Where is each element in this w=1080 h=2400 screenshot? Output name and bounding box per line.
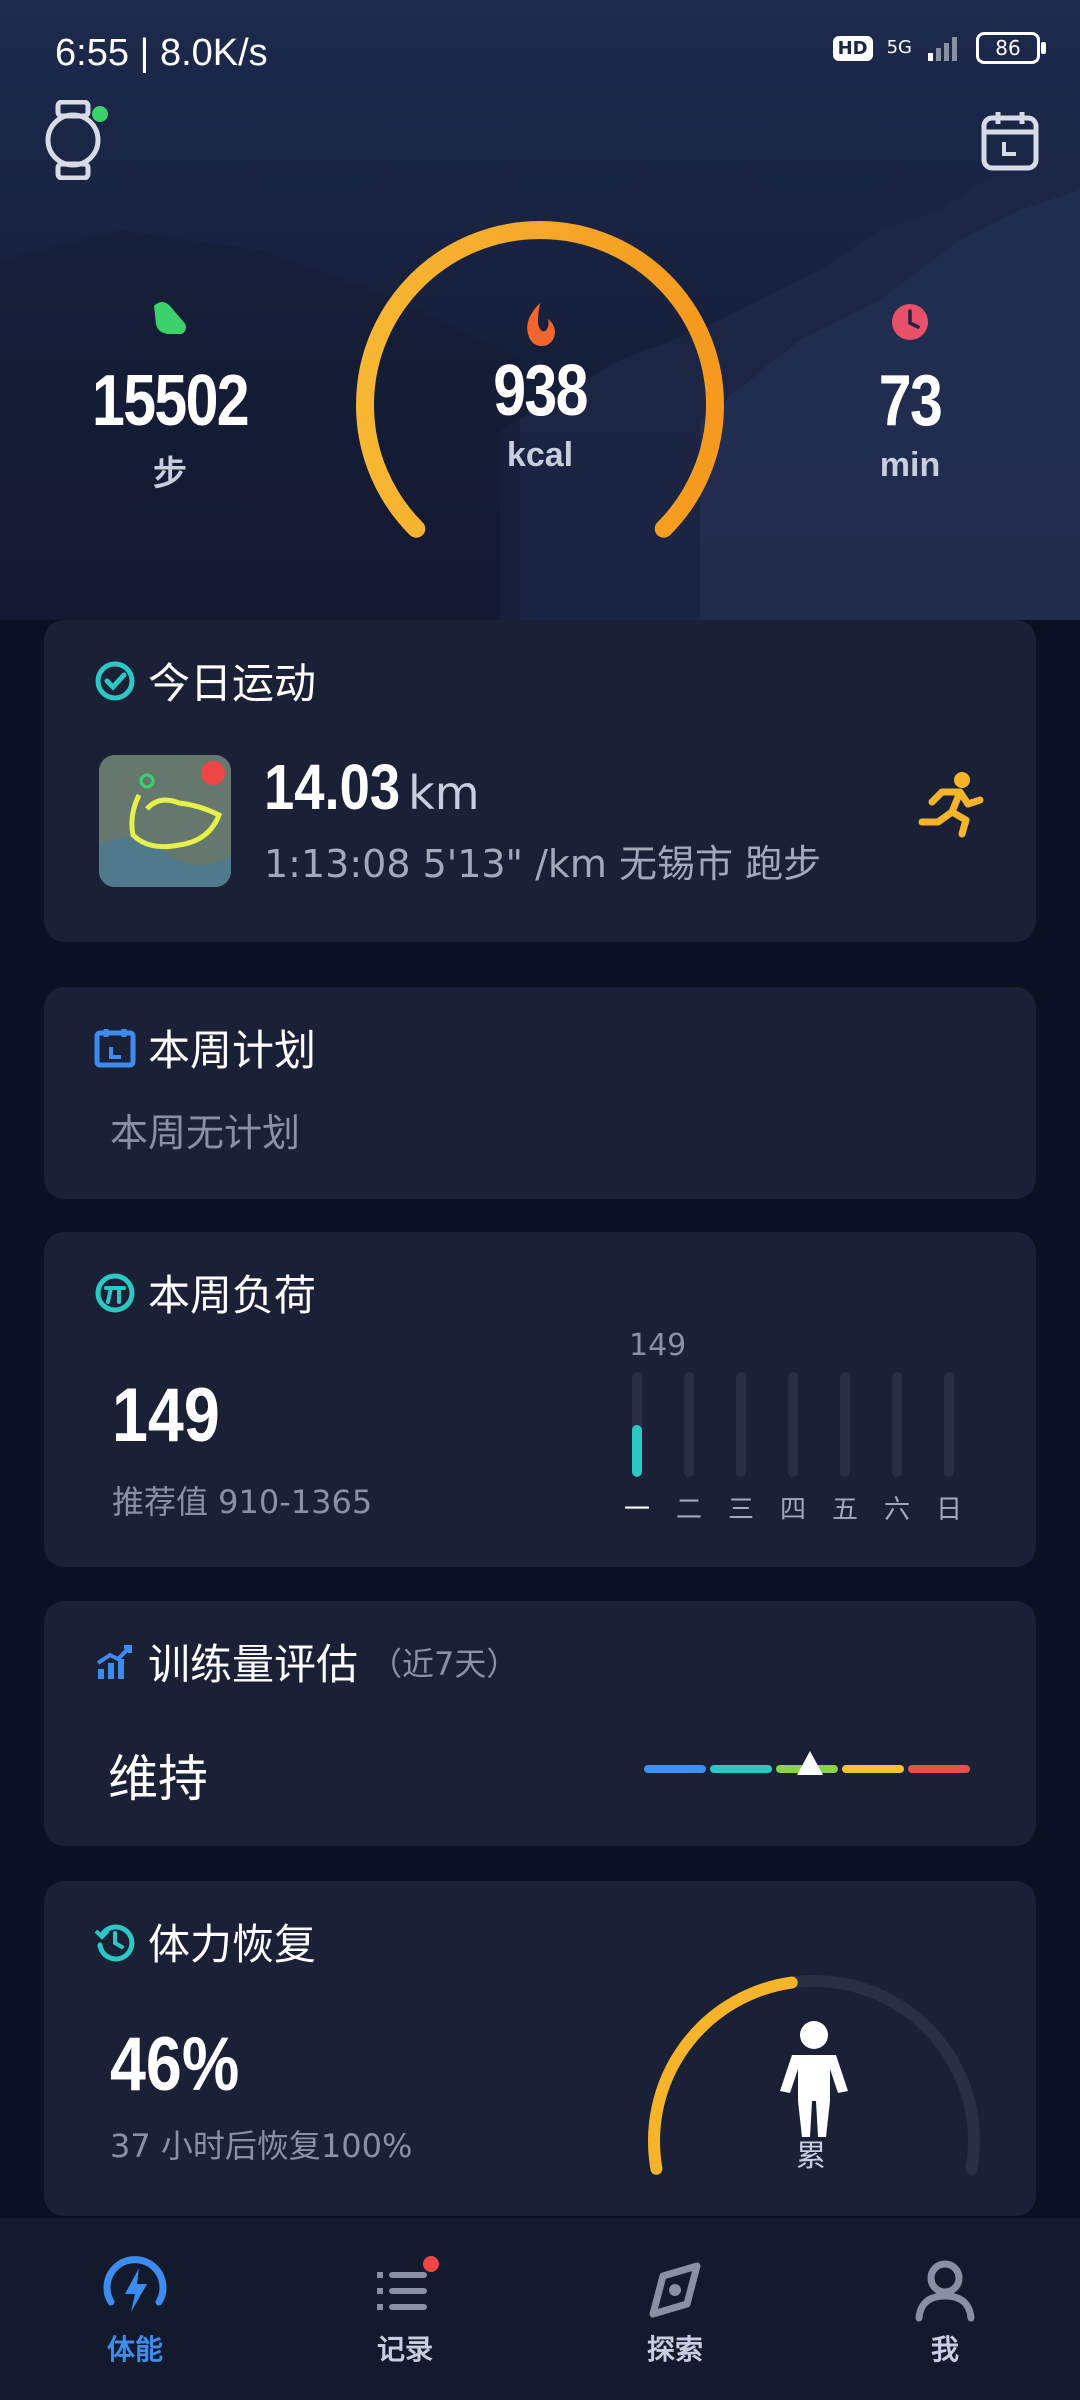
- check-circle-icon: [95, 661, 135, 700]
- week-load-card[interactable]: 本周负荷 149 推荐值 910-1365 149 一二三四五六日: [44, 1232, 1036, 1567]
- load-day-label-3: 四: [779, 1495, 806, 1525]
- route-map-thumbnail[interactable]: [99, 755, 231, 887]
- recovery-subtitle: 37 小时后恢复100%: [110, 2127, 413, 2165]
- distance-value: 14.03: [264, 751, 401, 823]
- load-value: 149: [112, 1373, 220, 1458]
- load-bar-chart: 一二三四五六日: [624, 1372, 1034, 1542]
- load-bar-fill-0: [632, 1425, 642, 1477]
- load-recommend: 推荐值 910-1365: [112, 1483, 373, 1521]
- load-title-row: 本周负荷: [94, 1262, 316, 1323]
- training-scale-segment-1: [710, 1765, 772, 1773]
- load-day-label-5: 六: [883, 1495, 910, 1525]
- steps-unit: 步: [153, 455, 187, 493]
- load-day-label-0: 一: [623, 1495, 650, 1525]
- footprint-icon: [154, 302, 186, 334]
- clock-icon: [892, 304, 928, 340]
- minutes-metric[interactable]: 73 min: [810, 300, 1010, 485]
- activity-details: 1:13:08 5'13" /km 无锡市 跑步: [264, 842, 822, 886]
- load-bar-6: [944, 1372, 954, 1477]
- running-icon: [918, 772, 984, 838]
- load-bar-4: [840, 1372, 850, 1477]
- plan-title: 本周计划: [148, 1026, 317, 1075]
- hd-badge: HD: [832, 35, 873, 61]
- load-bar-5: [892, 1372, 902, 1477]
- recovery-clock-icon: [94, 1923, 135, 1961]
- tab-records[interactable]: 记录: [270, 2218, 540, 2400]
- today-title: 今日运动: [148, 659, 317, 708]
- training-scale-segment-0: [644, 1765, 706, 1773]
- load-bar-1: [684, 1372, 694, 1477]
- watch-icon[interactable]: [40, 99, 110, 184]
- load-gauge-icon: [95, 1273, 135, 1312]
- recovery-card[interactable]: 体力恢复 46% 37 小时后恢复100% 累: [44, 1881, 1036, 2216]
- load-day-label-2: 三: [727, 1495, 754, 1525]
- list-icon: [377, 2256, 439, 2310]
- training-assessment-card[interactable]: 训练量评估 （近7天） 维持: [44, 1601, 1036, 1846]
- today-title-row: 今日运动: [94, 650, 316, 711]
- minutes-unit: min: [879, 446, 941, 484]
- week-plan-card[interactable]: 本周计划 本周无计划: [44, 987, 1036, 1199]
- plan-empty-text: 本周无计划: [110, 1111, 301, 1155]
- recovery-value: 46%: [110, 2022, 240, 2107]
- tab-me[interactable]: 我: [810, 2218, 1080, 2400]
- load-bar-2: [736, 1372, 746, 1477]
- flame-icon: [527, 303, 555, 347]
- training-scale-segment-3: [842, 1765, 904, 1773]
- today-activity-card[interactable]: 今日运动 14.03 km 1:13:08 5'13" /km 无锡市 跑步: [44, 620, 1036, 942]
- training-title-row: 训练量评估 （近7天）: [94, 1631, 518, 1692]
- person-icon: [780, 2021, 848, 2137]
- training-title: 训练量评估: [148, 1640, 359, 1689]
- training-scale-marker: [797, 1751, 823, 1775]
- load-day-label-4: 五: [831, 1495, 858, 1525]
- steps-value: 15502: [92, 361, 250, 441]
- bottom-tab-bar: 体能 记录 探索 我: [0, 2218, 1080, 2400]
- calendar-icon[interactable]: [980, 110, 1040, 176]
- load-bar-3: [788, 1372, 798, 1477]
- load-bar-label: 149: [629, 1328, 687, 1363]
- tab-explore[interactable]: 探索: [540, 2218, 810, 2400]
- training-period: （近7天）: [370, 1644, 519, 1683]
- calendar-plan-icon: [94, 1028, 136, 1067]
- recovery-title: 体力恢复: [148, 1920, 317, 1969]
- status-time: 6:55 | 8.0K/s: [55, 32, 268, 74]
- training-status: 维持: [108, 1750, 208, 1808]
- network-label: 5G: [886, 37, 912, 58]
- today-distance: 14.03 km: [264, 750, 480, 824]
- recovery-state: 累: [796, 2139, 826, 2174]
- distance-unit: km: [408, 766, 480, 820]
- load-day-label-6: 日: [935, 1495, 962, 1525]
- load-day-label-1: 二: [675, 1495, 702, 1525]
- trend-chart-icon: [96, 1644, 132, 1679]
- tab-me-label: 我: [930, 2333, 959, 2366]
- user-icon: [915, 2260, 975, 2322]
- tab-explore-label: 探索: [646, 2333, 703, 2366]
- recovery-title-row: 体力恢复: [94, 1911, 316, 1972]
- steps-metric[interactable]: 15502 步: [70, 300, 270, 495]
- status-icons: HD 5G 86: [832, 32, 1046, 64]
- calories-value: 938: [493, 351, 588, 431]
- training-scale: [644, 1751, 974, 1791]
- plan-title-row: 本周计划: [94, 1017, 316, 1078]
- calories-unit: kcal: [506, 436, 574, 474]
- training-scale-segment-4: [908, 1765, 970, 1773]
- load-bar-0: [632, 1372, 642, 1477]
- tab-records-label: 记录: [376, 2333, 433, 2366]
- tab-fitness[interactable]: 体能: [0, 2218, 270, 2400]
- minutes-value: 73: [878, 361, 943, 441]
- status-bar: 6:55 | 8.0K/s HD 5G 86: [0, 0, 1080, 110]
- lightning-circle-icon: [103, 2256, 167, 2312]
- battery-indicator: 86: [976, 32, 1046, 64]
- signal-icon: [928, 37, 957, 61]
- tab-fitness-label: 体能: [106, 2333, 163, 2366]
- compass-icon: [649, 2262, 701, 2318]
- load-title: 本周负荷: [148, 1271, 317, 1320]
- calories-metric[interactable]: 938 kcal: [440, 350, 640, 475]
